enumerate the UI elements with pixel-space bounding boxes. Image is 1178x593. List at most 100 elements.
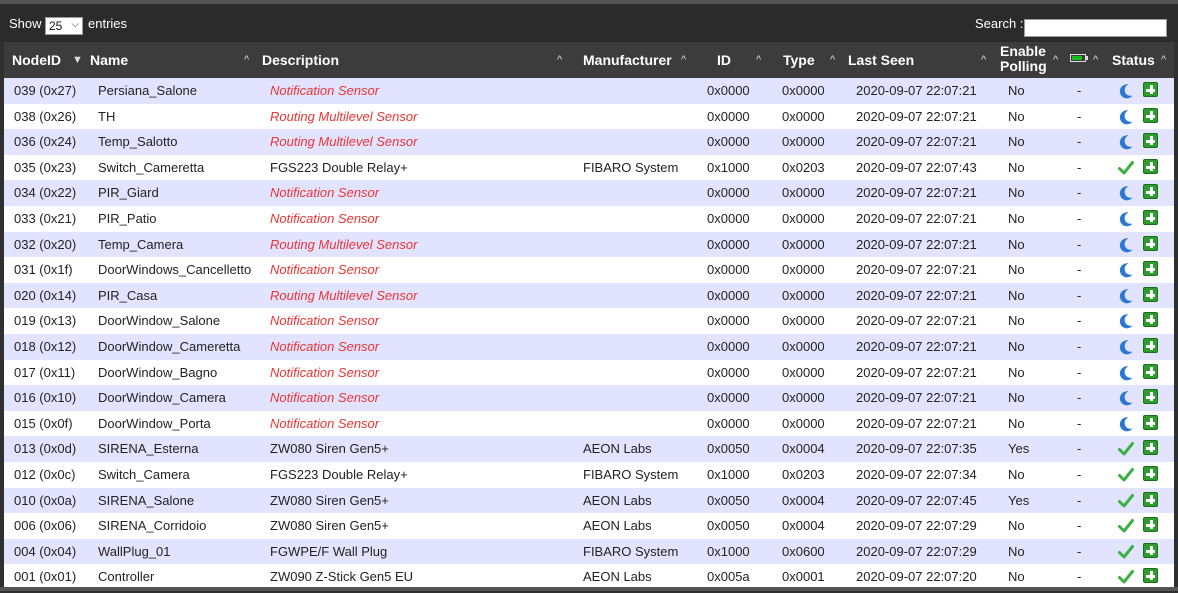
cell-description: Routing Multilevel Sensor xyxy=(270,287,418,303)
sort-icon[interactable]: ^ xyxy=(557,42,562,78)
cell-id: 0x005a xyxy=(707,569,750,585)
table-row[interactable]: 016 (0x10) DoorWindow_Camera Notification … xyxy=(4,385,1174,411)
expand-plus-icon[interactable] xyxy=(1143,466,1158,481)
expand-plus-icon[interactable] xyxy=(1143,158,1158,174)
moon-sleeping-icon xyxy=(1118,261,1134,278)
expand-plus-icon[interactable] xyxy=(1143,389,1158,405)
table-row[interactable]: 013 (0x0d) SIRENA_Esterna ZW080 Siren Gen5… xyxy=(4,436,1174,462)
col-description[interactable]: Description xyxy=(262,42,339,78)
table-row[interactable]: 039 (0x27) Persiana_Salone Notification Se… xyxy=(4,78,1174,104)
table-row[interactable]: 035 (0x23) Switch_Cameretta FGS223 Double … xyxy=(4,154,1174,181)
cell-type: 0x0000 xyxy=(782,339,825,354)
col-manufacturer[interactable]: Manufacturer xyxy=(583,42,672,78)
cell-polling: No xyxy=(1008,159,1025,175)
col-status[interactable]: Status xyxy=(1112,42,1155,78)
table-row[interactable]: 031 (0x1f) DoorWindows_Cancelletto Notific… xyxy=(4,257,1174,283)
expand-plus-icon[interactable] xyxy=(1143,107,1158,123)
table-row[interactable]: 019 (0x13) DoorWindow_Salone Notification … xyxy=(4,308,1174,334)
expand-plus-icon[interactable] xyxy=(1143,82,1158,97)
table-row[interactable]: 015 (0x0f) DoorWindow_Porta Notification S… xyxy=(4,410,1174,437)
cell-id: 0x0050 xyxy=(707,518,750,534)
search-input[interactable] xyxy=(1024,19,1167,37)
entries-select[interactable]: 25 ⌵ xyxy=(45,17,83,35)
cell-polling: No xyxy=(1008,467,1025,482)
sort-icon[interactable]: ^ xyxy=(981,42,986,78)
expand-plus-icon[interactable] xyxy=(1143,210,1158,225)
expand-plus-icon[interactable] xyxy=(1143,312,1158,328)
cell-nodeid: 039 (0x27) xyxy=(14,83,77,98)
cell-polling: No xyxy=(1008,518,1025,534)
expand-plus-icon[interactable] xyxy=(1143,338,1158,353)
cell-battery: - xyxy=(1077,364,1082,380)
cell-name: PIR_Patio xyxy=(98,211,157,226)
table-row[interactable]: 017 (0x11) DoorWindow_Bagno Notification S… xyxy=(4,359,1174,386)
battery-icon[interactable] xyxy=(1070,54,1088,62)
cell-description: Notification Sensor xyxy=(270,313,380,329)
expand-plus-icon[interactable] xyxy=(1143,235,1158,251)
table-row[interactable]: 034 (0x22) PIR_Giard Notification Sensor 0x… xyxy=(4,180,1174,206)
sort-icon[interactable]: ^ xyxy=(1053,42,1058,78)
cell-name: Persiana_Salone xyxy=(98,83,198,98)
cell-type: 0x0000 xyxy=(782,313,825,329)
cell-polling: No xyxy=(1008,236,1025,252)
expand-plus-icon[interactable] xyxy=(1143,542,1158,558)
col-id[interactable]: ID xyxy=(717,42,731,78)
cell-polling: No xyxy=(1008,134,1025,150)
cell-polling: No xyxy=(1008,313,1025,329)
sort-icon[interactable]: ^ xyxy=(1093,42,1098,78)
moon-sleeping-icon xyxy=(1118,82,1134,99)
cell-id: 0x0000 xyxy=(707,236,750,252)
cell-battery: - xyxy=(1077,236,1082,252)
table-row[interactable]: 033 (0x21) PIR_Patio Notification Sensor 0x… xyxy=(4,206,1174,232)
expand-plus-icon[interactable] xyxy=(1143,414,1158,430)
chevron-down-icon: ⌵ xyxy=(71,19,79,30)
moon-sleeping-icon xyxy=(1118,415,1134,432)
sort-icon[interactable]: ^ xyxy=(830,42,835,78)
expand-plus-icon[interactable] xyxy=(1143,440,1158,456)
moon-sleeping-icon xyxy=(1118,236,1134,252)
cell-last-seen: 2020-09-07 22:07:21 xyxy=(856,134,977,150)
table-row[interactable]: 012 (0x0c) Switch_Camera FGS223 Double Rel… xyxy=(4,462,1174,488)
expand-plus-icon[interactable] xyxy=(1143,568,1158,584)
table-row[interactable]: 006 (0x06) SIRENA_Corridoio ZW080 Siren Ge… xyxy=(4,513,1174,539)
expand-plus-icon[interactable] xyxy=(1143,133,1158,149)
cell-last-seen: 2020-09-07 22:07:21 xyxy=(856,313,977,329)
expand-plus-icon[interactable] xyxy=(1143,286,1158,302)
table-row[interactable]: 010 (0x0a) SIRENA_Salone ZW080 Siren Gen5+… xyxy=(4,487,1174,514)
table-row[interactable]: 020 (0x14) PIR_Casa Routing Multilevel Sen… xyxy=(4,282,1174,309)
col-type[interactable]: Type xyxy=(783,42,815,78)
table-row[interactable]: 032 (0x20) Temp_Camera Routing Multilevel … xyxy=(4,231,1174,258)
expand-plus-icon[interactable] xyxy=(1143,363,1158,379)
cell-polling: No xyxy=(1008,287,1025,303)
sort-icon[interactable]: ^ xyxy=(244,42,249,78)
cell-nodeid: 017 (0x11) xyxy=(14,364,76,380)
table-row[interactable]: 018 (0x12) DoorWindow_Cameretta Notificati… xyxy=(4,334,1174,360)
cell-description: Routing Multilevel Sensor xyxy=(270,236,418,252)
expand-plus-icon[interactable] xyxy=(1143,184,1158,200)
cell-nodeid: 012 (0x0c) xyxy=(14,467,76,482)
col-name[interactable]: Name xyxy=(90,42,128,78)
expand-plus-icon[interactable] xyxy=(1143,261,1158,277)
entries-label: entries xyxy=(88,16,128,31)
moon-sleeping-icon xyxy=(1118,312,1134,329)
table-row[interactable]: 038 (0x26) TH Routing Multilevel Sensor 0x0… xyxy=(4,103,1174,130)
expand-plus-icon[interactable] xyxy=(1143,491,1158,507)
expand-plus-icon[interactable] xyxy=(1143,517,1158,533)
cell-nodeid: 020 (0x14) xyxy=(14,287,77,303)
col-enable-polling[interactable]: Enable Polling xyxy=(1000,42,1047,80)
cell-id: 0x0000 xyxy=(707,364,750,380)
sort-desc-icon[interactable]: ▼ xyxy=(72,42,83,78)
sort-icon[interactable]: ^ xyxy=(756,42,761,78)
cell-description: Notification Sensor xyxy=(270,262,380,278)
cell-nodeid: 016 (0x10) xyxy=(14,390,77,406)
sort-icon[interactable]: ^ xyxy=(681,42,686,78)
table-row[interactable]: 036 (0x24) Temp_Salotto Routing Multilevel… xyxy=(4,129,1174,155)
sort-icon[interactable]: ^ xyxy=(1161,42,1166,78)
checkmark-icon xyxy=(1118,543,1134,559)
table-row[interactable]: 004 (0x04) WallPlug_01 FGWPE/F Wall Plug FI… xyxy=(4,538,1174,565)
col-nodeid[interactable]: NodeID xyxy=(12,42,61,78)
col-last-seen[interactable]: Last Seen xyxy=(848,42,914,78)
cell-battery: - xyxy=(1077,159,1082,175)
cell-name: SIRENA_Esterna xyxy=(98,441,199,457)
cell-manufacturer: FIBARO System xyxy=(583,543,679,559)
